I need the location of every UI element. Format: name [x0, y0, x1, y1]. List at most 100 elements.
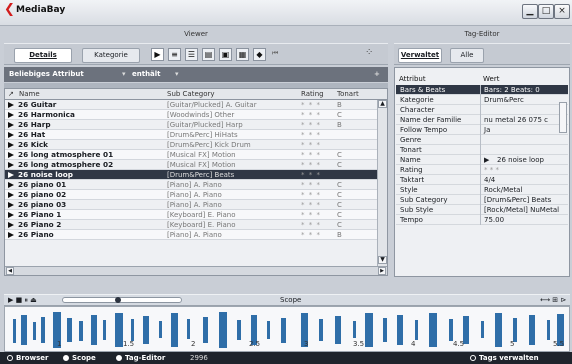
- tag-row-bars-beats[interactable]: Bars & Beats Bars: 2 Beats: 0: [396, 85, 568, 95]
- play-triangle-icon[interactable]: [8, 122, 14, 128]
- operator-dropdown-icon[interactable]: ▾: [175, 70, 179, 78]
- maximize-button[interactable]: □: [538, 4, 554, 19]
- scroll-up-icon[interactable]: ▲: [378, 100, 387, 108]
- tag-row-character[interactable]: Character: [396, 105, 568, 115]
- scope-mark: 3: [304, 340, 309, 348]
- tags-verwalten-radio-icon[interactable]: [470, 355, 476, 361]
- filter-icon[interactable]: ≡: [168, 48, 181, 61]
- columns-icon[interactable]: ☰: [185, 48, 198, 61]
- table-row[interactable]: 26 piano 03 [Piano] A. Piano * * * C: [5, 200, 377, 210]
- tag-row-tempo[interactable]: Tempo 75.00: [396, 215, 568, 225]
- tab-details[interactable]: Details: [14, 48, 72, 63]
- dialog-icon[interactable]: ▦: [236, 48, 249, 61]
- table-row[interactable]: 26 long atmosphere 02 [Musical FX] Motion…: [5, 160, 377, 170]
- play-triangle-icon[interactable]: [8, 152, 14, 158]
- scope-toggle[interactable]: Scope: [63, 354, 96, 362]
- table-row[interactable]: 26 Harp [Guitar/Plucked] Harp * * * B: [5, 120, 377, 130]
- column-rating[interactable]: Rating: [301, 90, 324, 98]
- play-triangle-icon[interactable]: ▶: [484, 155, 489, 165]
- table-row[interactable]: 26 Kick [Drum&Perc] Kick Drum * * *: [5, 140, 377, 150]
- filter-operator[interactable]: enthält: [132, 70, 161, 78]
- tag-row-rating[interactable]: Rating * * *: [396, 165, 568, 175]
- close-button[interactable]: ×: [554, 4, 570, 19]
- tag-row-sub-style[interactable]: Sub Style [Rock/Metal] NuMetal: [396, 205, 568, 215]
- scope-mark: 4: [411, 340, 416, 348]
- transport-icons[interactable]: ▶ ■ ⏸ ⏏: [8, 296, 37, 305]
- tag-editor-panel: Attribut Wert Bars & Beats Bars: 2 Beats:…: [394, 67, 570, 277]
- bottom-status-bar: Browser Scope Tag-Editor 2996 Tags verwa…: [0, 352, 572, 364]
- tag-table-header: Attribut Wert: [395, 75, 569, 85]
- tab-alle[interactable]: Alle: [450, 48, 484, 63]
- tag-row-genre[interactable]: Genre: [396, 135, 568, 145]
- tag-editor-scrollbar[interactable]: [559, 102, 567, 133]
- tab-verwaltet[interactable]: Verwaltet: [398, 48, 442, 63]
- table-row[interactable]: 26 Harmonica [Woodwinds] Other * * * C: [5, 110, 377, 120]
- play-triangle-icon[interactable]: [8, 192, 14, 198]
- table-row[interactable]: 26 Guitar [Guitar/Plucked] A. Guitar * * *…: [5, 100, 377, 110]
- viewer-title: Viewer: [184, 30, 208, 38]
- scroll-down-icon[interactable]: ▼: [378, 256, 387, 264]
- play-triangle-icon[interactable]: [8, 212, 14, 218]
- scroll-left-icon[interactable]: ◀: [6, 267, 14, 275]
- save-icon[interactable]: ▣: [219, 48, 232, 61]
- column-sub-category[interactable]: Sub Category: [167, 90, 215, 98]
- sort-icon: ↗: [8, 90, 14, 98]
- minimize-button[interactable]: ▁: [522, 4, 538, 19]
- browser-radio-icon[interactable]: [7, 355, 13, 361]
- tag-row-style[interactable]: Style Rock/Metal: [396, 185, 568, 195]
- scope-mark: 5: [510, 340, 515, 348]
- play-icon[interactable]: ▶: [151, 48, 164, 61]
- back-icon[interactable]: ⏮: [272, 49, 278, 58]
- viewer-toolbar: Details Kategorie ▶ ≡ ☰ ▤ ▣ ▦ ◆ ⏮ ⁘: [4, 43, 388, 65]
- table-row[interactable]: 26 piano 01 [Piano] A. Piano * * * C: [5, 180, 377, 190]
- scroll-right-icon[interactable]: ▶: [378, 267, 386, 275]
- play-triangle-icon[interactable]: [8, 202, 14, 208]
- result-count: 2996: [190, 354, 208, 362]
- tag-row-follow-tempo[interactable]: Follow Tempo Ja: [396, 125, 568, 135]
- tag-editor-toggle[interactable]: Tag-Editor: [116, 354, 165, 362]
- play-triangle-icon[interactable]: [8, 232, 14, 238]
- title-bar: ❮ MediaBay ▁ □ ×: [0, 0, 572, 26]
- play-triangle-icon[interactable]: [8, 102, 14, 108]
- scope-radio-icon[interactable]: [63, 355, 69, 361]
- play-triangle-icon[interactable]: [8, 172, 14, 178]
- tag-row-name[interactable]: Name ▶ 26 noise loop: [396, 155, 568, 165]
- table-row[interactable]: 26 Piano 2 [Keyboard] E. Piano * * * C: [5, 220, 377, 230]
- app-title: MediaBay: [16, 5, 66, 15]
- add-filter-icon[interactable]: +: [374, 70, 380, 78]
- filter-attribute[interactable]: Beliebiges Attribut: [9, 70, 84, 78]
- scope-slider[interactable]: [62, 297, 182, 303]
- list-icon[interactable]: ▤: [202, 48, 215, 61]
- play-triangle-icon[interactable]: [8, 182, 14, 188]
- horizontal-scrollbar[interactable]: ◀ ▶: [5, 266, 387, 275]
- play-triangle-icon[interactable]: [8, 132, 14, 138]
- record-icon[interactable]: ◆: [253, 48, 266, 61]
- table-row[interactable]: 26 piano 02 [Piano] A. Piano * * * C: [5, 190, 377, 200]
- scope-tools-icon[interactable]: ⟷ ⊞ ⊳: [540, 296, 566, 304]
- tag-row-kategorie[interactable]: Kategorie Drum&Perc: [396, 95, 568, 105]
- play-triangle-icon[interactable]: [8, 162, 14, 168]
- scope-mark: 4.5: [453, 340, 465, 348]
- tag-row-taktart[interactable]: Taktart 4/4: [396, 175, 568, 185]
- table-row-selected[interactable]: 26 noise loop [Drum&Perc] Beats * * *: [5, 170, 377, 180]
- column-tonart[interactable]: Tonart: [337, 90, 359, 98]
- tag-row-sub-category[interactable]: Sub Category [Drum&Perc] Beats: [396, 195, 568, 205]
- table-row[interactable]: 26 Piano [Piano] A. Piano * * * B: [5, 230, 377, 240]
- vertical-scrollbar[interactable]: ▲ ▼: [377, 100, 387, 266]
- browser-toggle[interactable]: Browser: [7, 354, 48, 362]
- tag-row-tonart[interactable]: Tonart: [396, 145, 568, 155]
- tags-verwalten-toggle[interactable]: Tags verwalten: [470, 354, 539, 362]
- filter-dropdown-icon[interactable]: ▾: [122, 70, 126, 78]
- tag-row-name-der-familie[interactable]: Name der Familie nu metal 26 075 c: [396, 115, 568, 125]
- tag-editor-radio-icon[interactable]: [116, 355, 122, 361]
- table-row[interactable]: 26 long atmosphere 01 [Musical FX] Motion…: [5, 150, 377, 160]
- play-triangle-icon[interactable]: [8, 142, 14, 148]
- scope-waveform[interactable]: 1 1.5 2 2.5 3 3.5 4 4.5 5 5.5: [4, 306, 570, 352]
- table-row[interactable]: 26 Piano 1 [Keyboard] E. Piano * * * C: [5, 210, 377, 220]
- tab-kategorie[interactable]: Kategorie: [82, 48, 140, 63]
- column-name[interactable]: Name: [19, 90, 40, 98]
- play-triangle-icon[interactable]: [8, 222, 14, 228]
- play-triangle-icon[interactable]: [8, 112, 14, 118]
- scope-mark: 5.5: [553, 340, 565, 348]
- table-row[interactable]: 26 Hat [Drum&Perc] HiHats * * *: [5, 130, 377, 140]
